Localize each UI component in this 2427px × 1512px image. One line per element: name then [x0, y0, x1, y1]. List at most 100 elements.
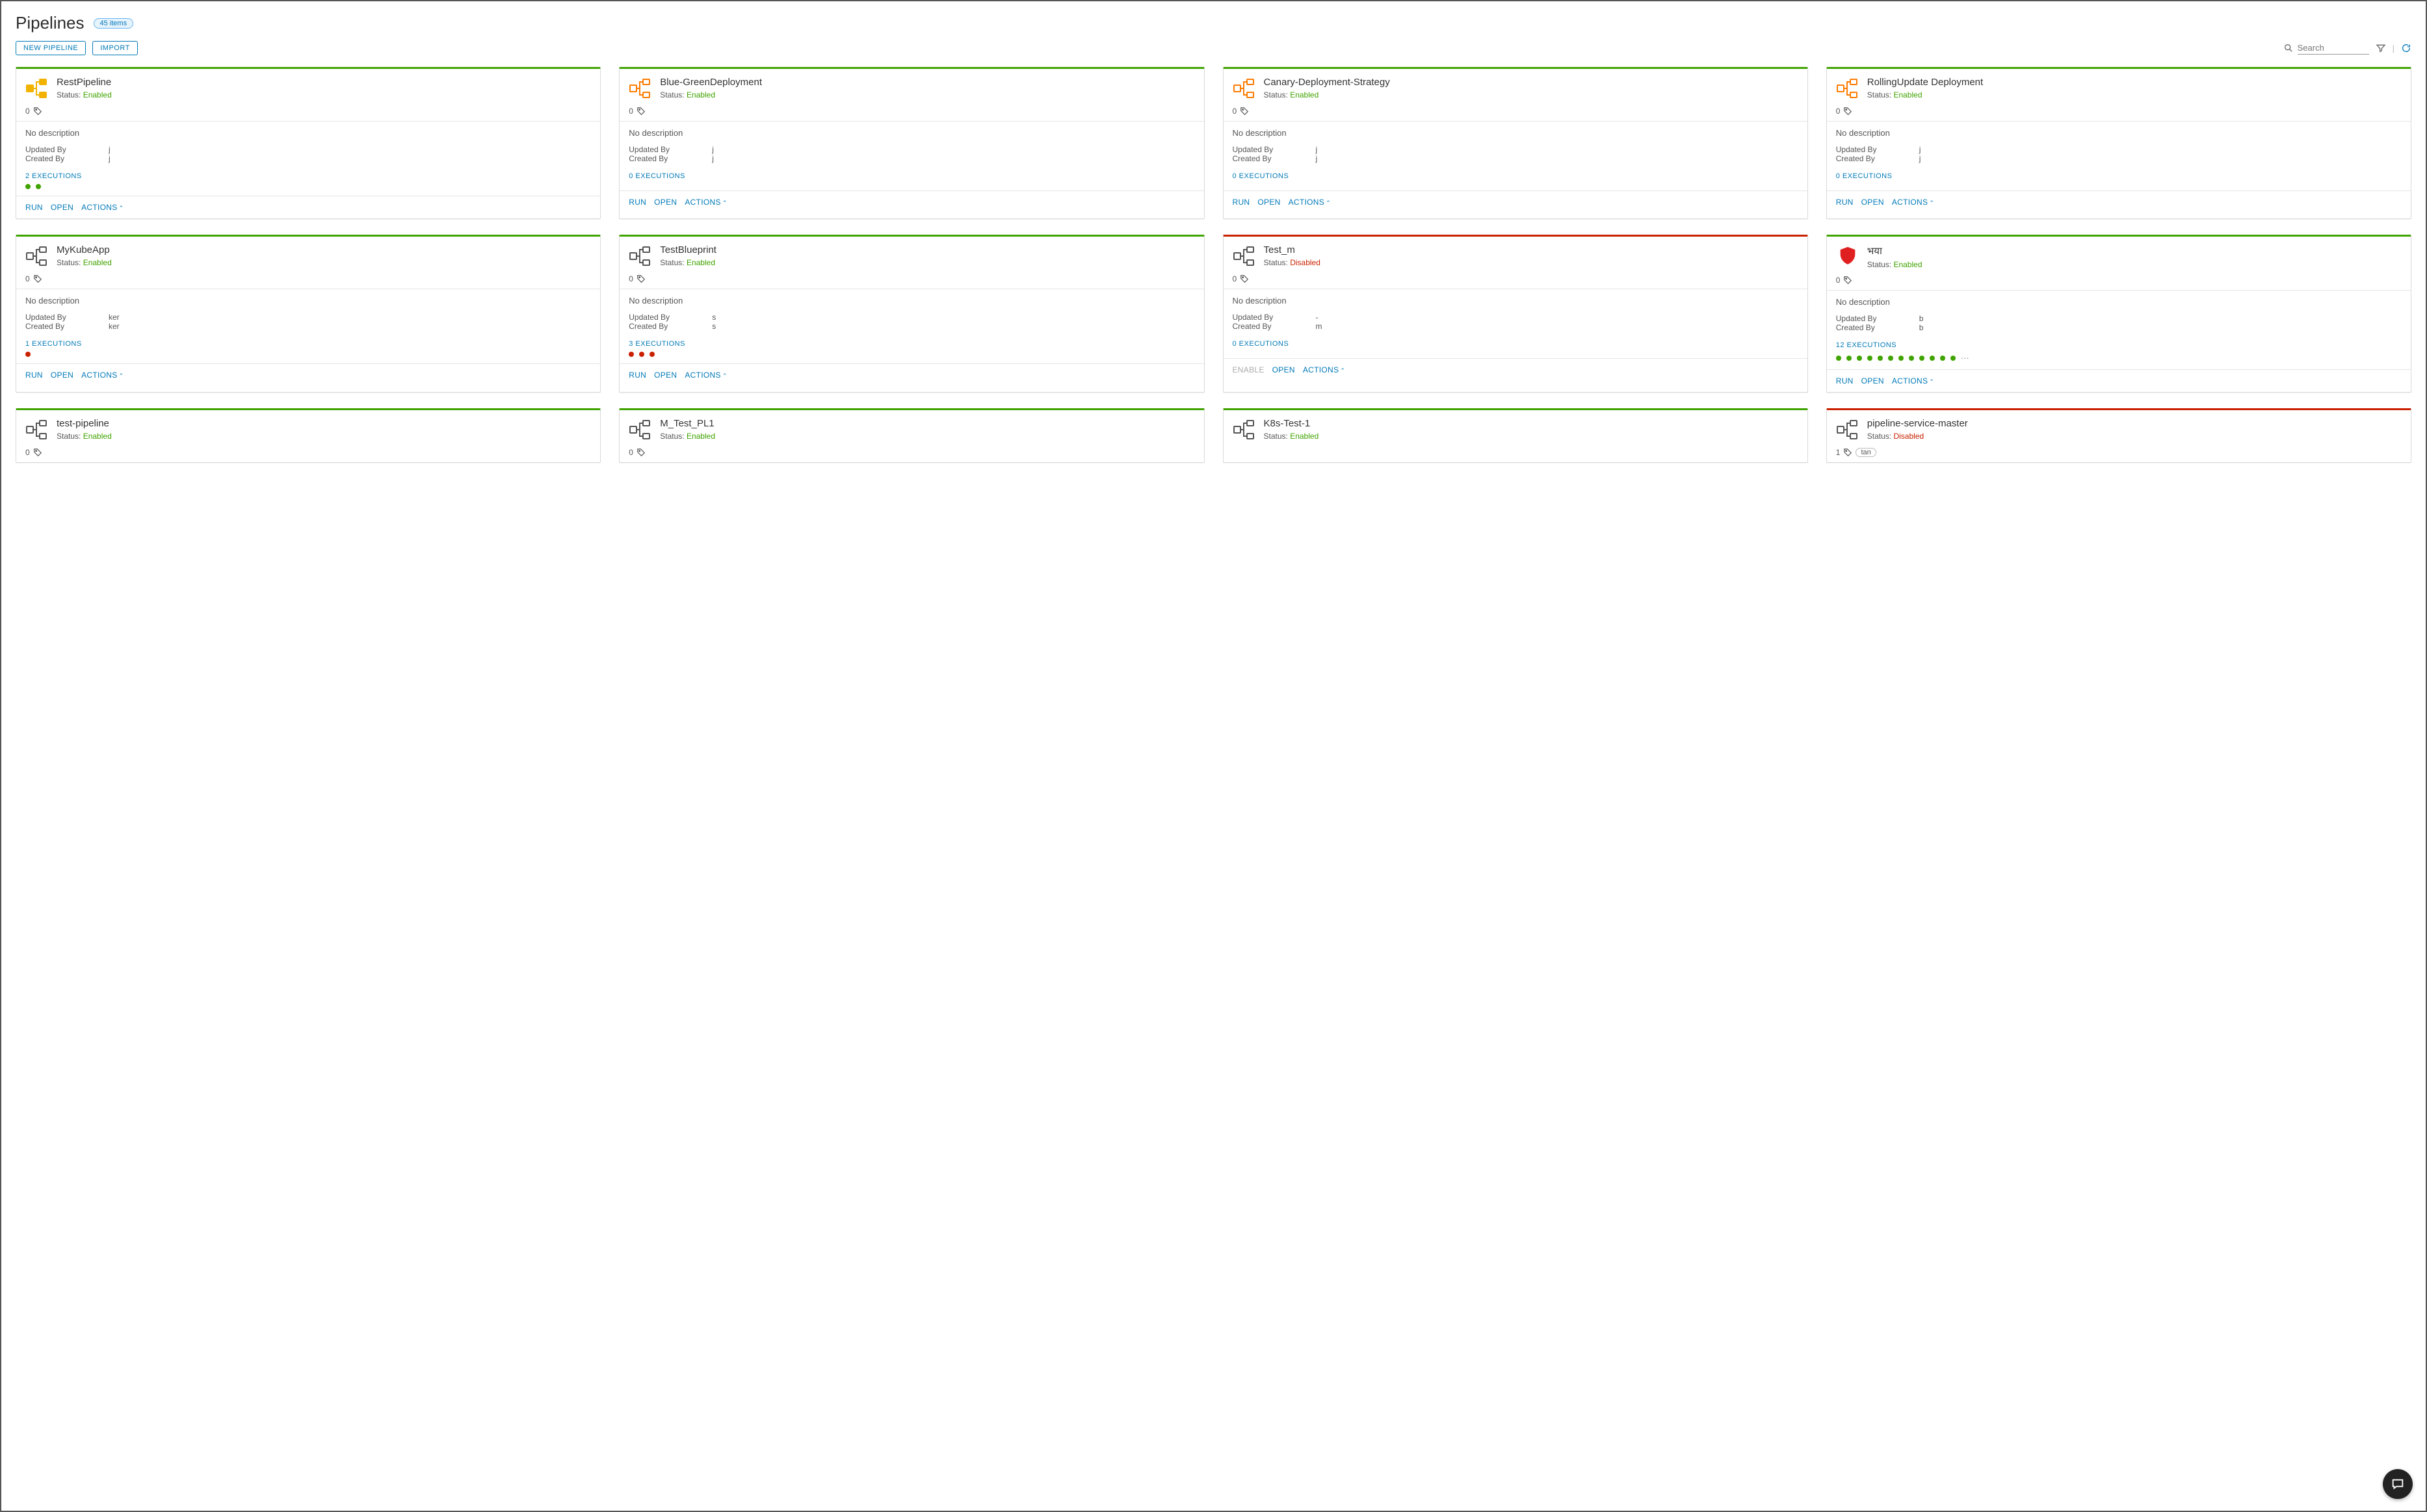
- tag-icon: [1240, 274, 1249, 283]
- pipeline-name[interactable]: pipeline-service-master: [1867, 418, 2402, 429]
- pipeline-card: RollingUpdate DeploymentStatus: Enabled0…: [1826, 67, 2411, 219]
- search-input[interactable]: [2298, 42, 2369, 55]
- execution-dot: [1888, 356, 1893, 361]
- open-link[interactable]: OPEN: [1861, 198, 1884, 207]
- created-by-value: j: [1919, 154, 1921, 163]
- actions-link[interactable]: ACTIONS⌃: [1892, 198, 1934, 207]
- execution-dot: [1846, 356, 1852, 361]
- tag-icon: [33, 107, 42, 116]
- pipeline-name[interactable]: M_Test_PL1: [660, 418, 1194, 429]
- filter-icon[interactable]: [2376, 43, 2386, 53]
- actions-link[interactable]: ACTIONS⌃: [1303, 365, 1345, 374]
- actions-link[interactable]: ACTIONS⌃: [81, 203, 124, 212]
- execution-dot: [36, 184, 41, 189]
- tag-row: 0: [16, 273, 600, 289]
- updated-by-label: Updated By: [1836, 314, 1914, 323]
- actions-link[interactable]: ACTIONS⌃: [1892, 376, 1934, 385]
- pipeline-name[interactable]: K8s-Test-1: [1264, 418, 1798, 429]
- open-link[interactable]: OPEN: [1272, 365, 1295, 374]
- tag-icon: [1843, 276, 1852, 285]
- executions-link[interactable]: 0 EXECUTIONS: [1233, 172, 1798, 180]
- pipeline-name[interactable]: Test_m: [1264, 244, 1798, 255]
- pipeline-icon: [1233, 77, 1256, 100]
- pipeline-icon: [629, 77, 652, 100]
- executions-link[interactable]: 0 EXECUTIONS: [1836, 172, 2402, 180]
- updated-by-value: j: [1919, 145, 1921, 154]
- actions-link[interactable]: ACTIONS⌃: [685, 198, 727, 207]
- import-button[interactable]: IMPORT: [92, 41, 138, 55]
- tag-chip[interactable]: tan: [1856, 448, 1876, 457]
- run-link[interactable]: RUN: [25, 203, 43, 212]
- pipeline-icon: [1836, 418, 1859, 441]
- run-link[interactable]: RUN: [1836, 376, 1854, 385]
- pipeline-name[interactable]: MyKubeApp: [57, 244, 591, 255]
- pipeline-status: Status: Enabled: [660, 432, 1194, 441]
- tag-icon: [636, 107, 646, 116]
- pipeline-name[interactable]: RestPipeline: [57, 77, 591, 88]
- pipeline-name[interactable]: RollingUpdate Deployment: [1867, 77, 2402, 88]
- updated-by-value: j: [712, 145, 714, 154]
- executions-link[interactable]: 1 EXECUTIONS: [25, 340, 591, 348]
- search-icon: [2283, 43, 2294, 53]
- pipeline-icon: [1836, 244, 1859, 268]
- execution-dot: [25, 184, 31, 189]
- updated-by-value: s: [712, 313, 716, 322]
- open-link[interactable]: OPEN: [1861, 376, 1884, 385]
- open-link[interactable]: OPEN: [51, 371, 73, 380]
- pipeline-status: Status: Enabled: [57, 90, 591, 99]
- executions-link[interactable]: 0 EXECUTIONS: [1233, 340, 1798, 348]
- run-link[interactable]: RUN: [25, 371, 43, 380]
- open-link[interactable]: OPEN: [654, 198, 677, 207]
- actions-link[interactable]: ACTIONS⌃: [1289, 198, 1331, 207]
- pipeline-status: Status: Enabled: [1867, 260, 2402, 269]
- chat-fab[interactable]: [2383, 1469, 2413, 1499]
- new-pipeline-button[interactable]: NEW PIPELINE: [16, 41, 86, 55]
- executions-link[interactable]: 0 EXECUTIONS: [629, 172, 1194, 180]
- refresh-icon[interactable]: [2401, 43, 2411, 53]
- run-link[interactable]: RUN: [1233, 198, 1250, 207]
- page-title: Pipelines: [16, 13, 85, 33]
- actions-link[interactable]: ACTIONS⌃: [81, 371, 124, 380]
- pipeline-card: Blue-GreenDeploymentStatus: Enabled0No d…: [619, 67, 1204, 219]
- executions-link[interactable]: 3 EXECUTIONS: [629, 340, 1194, 348]
- pipeline-name[interactable]: Blue-GreenDeployment: [660, 77, 1194, 88]
- run-link[interactable]: RUN: [1836, 198, 1854, 207]
- pipeline-description: No description: [1827, 122, 2411, 145]
- tag-row: 0: [620, 273, 1203, 289]
- enable-link[interactable]: ENABLE: [1233, 365, 1265, 374]
- updated-by-value: j: [109, 145, 111, 154]
- items-count-pill: 45 items: [94, 18, 134, 29]
- tag-row: 1tan: [1827, 447, 2411, 462]
- tag-row: 0: [1224, 273, 1807, 289]
- pipeline-status: Status: Enabled: [57, 432, 591, 441]
- open-link[interactable]: OPEN: [51, 203, 73, 212]
- pipeline-name[interactable]: भया: [1867, 244, 2402, 257]
- created-by-label: Created By: [629, 322, 707, 331]
- pipeline-name[interactable]: test-pipeline: [57, 418, 591, 429]
- execution-dot: [1919, 356, 1924, 361]
- more-dots: ···: [1961, 353, 1969, 363]
- updated-by-label: Updated By: [629, 313, 707, 322]
- run-link[interactable]: RUN: [629, 371, 646, 380]
- open-link[interactable]: OPEN: [654, 371, 677, 380]
- actions-link[interactable]: ACTIONS⌃: [685, 371, 727, 380]
- pipeline-description: No description: [16, 289, 600, 313]
- open-link[interactable]: OPEN: [1257, 198, 1280, 207]
- created-by-value: m: [1316, 322, 1322, 331]
- created-by-label: Created By: [1233, 154, 1311, 163]
- pipeline-description: No description: [620, 289, 1203, 313]
- created-by-value: j: [1316, 154, 1318, 163]
- executions-link[interactable]: 12 EXECUTIONS: [1836, 341, 2402, 349]
- execution-dot: [1878, 356, 1883, 361]
- created-by-label: Created By: [629, 154, 707, 163]
- created-by-value: j: [109, 154, 111, 163]
- pipeline-name[interactable]: Canary-Deployment-Strategy: [1264, 77, 1798, 88]
- execution-dot: [639, 352, 644, 357]
- run-link[interactable]: RUN: [629, 198, 646, 207]
- executions-link[interactable]: 2 EXECUTIONS: [25, 172, 591, 180]
- pipeline-name[interactable]: TestBlueprint: [660, 244, 1194, 255]
- pipeline-card: K8s-Test-1Status: Enabled: [1223, 408, 1808, 463]
- pipeline-card: TestBlueprint Status: Enabled 0No descript…: [619, 235, 1204, 393]
- pipeline-status: Status: Enabled: [660, 258, 1194, 267]
- updated-by-label: Updated By: [1233, 145, 1311, 154]
